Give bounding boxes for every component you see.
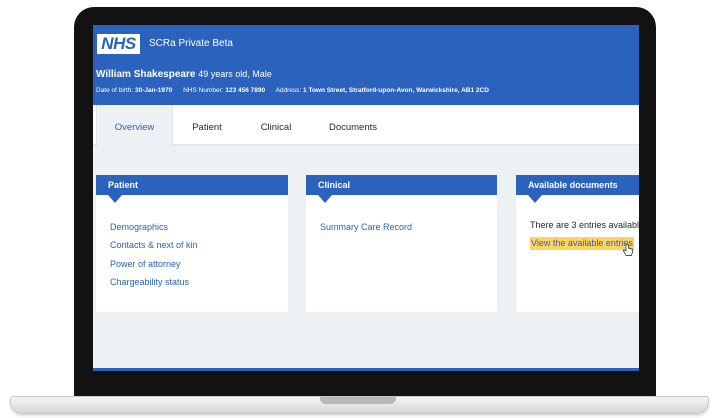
card-pointer-icon bbox=[528, 195, 542, 203]
address-label: Address: bbox=[275, 87, 302, 94]
link-demographics[interactable]: Demographics bbox=[110, 218, 288, 236]
patient-age-gender: 49 years old, Male bbox=[198, 69, 272, 79]
footer-rule bbox=[93, 368, 639, 371]
clinical-card-body: Summary Care Record bbox=[306, 195, 497, 236]
patient-banner-name: William Shakespeare 49 years old, Male bbox=[96, 69, 272, 80]
clinical-card-header: Clinical bbox=[306, 175, 497, 203]
patient-card: Patient Demographics Contacts & next of … bbox=[96, 175, 288, 312]
laptop-notch bbox=[320, 397, 396, 404]
tab-overview[interactable]: Overview bbox=[96, 105, 173, 146]
link-contacts-next-of-kin[interactable]: Contacts & next of kin bbox=[110, 236, 288, 254]
hand-cursor-icon bbox=[623, 244, 633, 256]
app-title: SCRa Private Beta bbox=[149, 38, 233, 49]
tab-clinical[interactable]: Clinical bbox=[241, 105, 311, 144]
address-value: 1 Town Street, Stratford-upon-Avon, Warw… bbox=[303, 87, 489, 94]
documents-card: Available documents There are 3 entries … bbox=[516, 175, 639, 312]
patient-card-body: Demographics Contacts & next of kin Powe… bbox=[96, 195, 288, 291]
link-power-of-attorney[interactable]: Power of attorney bbox=[110, 255, 288, 273]
entries-count-text: There are 3 entries availabl bbox=[530, 220, 639, 230]
clinical-card: Clinical Summary Care Record bbox=[306, 175, 497, 312]
nhs-number-label: NHS Number: bbox=[183, 87, 224, 94]
documents-card-title: Available documents bbox=[528, 180, 618, 190]
tab-documents[interactable]: Documents bbox=[311, 105, 395, 144]
link-chargeability-status[interactable]: Chargeability status bbox=[110, 273, 288, 291]
patient-card-title: Patient bbox=[108, 180, 139, 190]
nhs-logo[interactable]: NHS bbox=[97, 34, 140, 54]
documents-card-header: Available documents bbox=[516, 175, 639, 203]
tab-bar: Overview Patient Clinical Documents bbox=[93, 105, 639, 146]
tab-patient[interactable]: Patient bbox=[173, 105, 241, 144]
patient-card-header: Patient bbox=[96, 175, 288, 203]
documents-card-body: There are 3 entries availabl View the av… bbox=[516, 195, 639, 251]
patient-name: William Shakespeare bbox=[96, 69, 196, 80]
clinical-card-title: Clinical bbox=[318, 180, 351, 190]
card-pointer-icon bbox=[108, 195, 122, 203]
view-entries-link[interactable]: View the available entries bbox=[530, 237, 634, 250]
app-screen: NHS SCRa Private Beta William Shakespear… bbox=[93, 25, 639, 371]
card-pointer-icon bbox=[318, 195, 332, 203]
dob-value: 30-Jan-1970 bbox=[135, 87, 173, 94]
header-bar: NHS SCRa Private Beta William Shakespear… bbox=[93, 25, 639, 105]
nhs-number-value: 123 456 7890 bbox=[225, 87, 266, 94]
patient-details: Date of birth: 30-Jan-1970 NHS Number: 1… bbox=[96, 87, 489, 94]
dob-label: Date of birth: bbox=[96, 87, 134, 94]
link-summary-care-record[interactable]: Summary Care Record bbox=[320, 218, 497, 236]
